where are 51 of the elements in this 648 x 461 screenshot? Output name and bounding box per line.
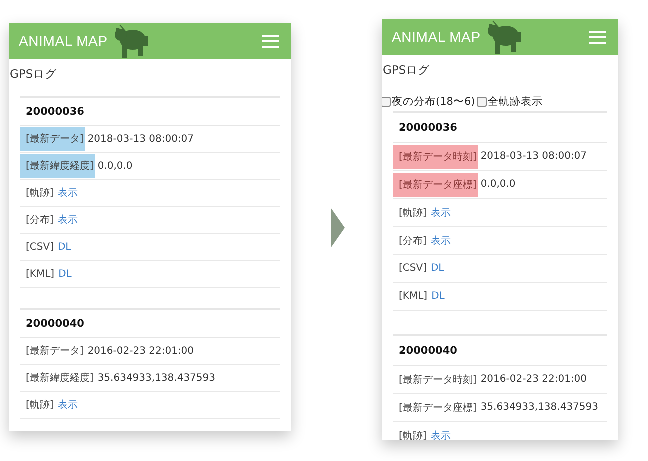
link[interactable]: 表示	[58, 186, 78, 200]
checkbox-label: 全軌跡表示	[488, 95, 544, 109]
field-value: 2016-02-23 22:01:00	[480, 374, 588, 385]
field-value: 35.634933,138.437593	[480, 402, 599, 413]
field-label: [軌跡]	[25, 398, 55, 413]
field-label: [最新緯度経度]	[25, 372, 95, 386]
link[interactable]: 表示	[58, 213, 78, 227]
field-label: [KML]	[398, 290, 429, 304]
field-label: [軌跡]	[25, 186, 55, 201]
field-label: [CSV]	[398, 262, 428, 276]
field-value: 0.0,0.0	[98, 160, 133, 172]
page-title: GPSログ	[383, 62, 432, 78]
field-value: 2018-03-13 08:00:07	[88, 134, 194, 144]
link[interactable]: DL	[58, 268, 72, 280]
field-label: [最新データ座標]	[398, 402, 478, 416]
menu-icon[interactable]	[262, 34, 279, 48]
link[interactable]: DL	[430, 263, 444, 274]
field-label: [分布]	[398, 234, 428, 248]
device-id: 20000040	[399, 344, 458, 356]
field-label: [最新緯度経度]	[20, 154, 95, 178]
field-label: [最新データ]	[25, 344, 85, 359]
link[interactable]: DL	[432, 291, 445, 302]
field-label: [軌跡]	[398, 430, 428, 440]
app-title: ANIMAL MAP	[392, 29, 481, 45]
field-label: [分布]	[25, 214, 55, 228]
device-id: 20000036	[399, 122, 458, 134]
field-label: [最新データ座標]	[393, 172, 478, 196]
app-title: ANIMAL MAP	[19, 33, 108, 49]
link[interactable]: DL	[58, 242, 72, 252]
field-label: [CSV]	[25, 240, 55, 254]
field-label: [最新データ時刻]	[393, 144, 478, 168]
page-title: GPSログ	[10, 66, 58, 82]
device-id: 20000040	[26, 318, 84, 330]
field-value: 2018-03-13 08:00:07	[480, 151, 588, 162]
checkbox-label: 夜の分布(18〜6)	[392, 95, 476, 109]
field-label: [軌跡]	[398, 206, 428, 220]
link[interactable]: 表示	[430, 234, 451, 248]
field-label: [最新データ]	[20, 127, 85, 151]
field-value: 2016-02-23 22:01:00	[88, 346, 194, 356]
menu-icon[interactable]	[589, 30, 606, 44]
checkbox[interactable]	[382, 97, 391, 107]
field-label: [KML]	[25, 268, 56, 282]
link[interactable]: 表示	[430, 206, 451, 220]
field-value: 0.0,0.0	[480, 179, 516, 190]
checkbox[interactable]	[477, 97, 488, 107]
link[interactable]: 表示	[430, 428, 451, 440]
arrow-icon	[331, 208, 345, 248]
field-label: [最新データ時刻]	[398, 374, 478, 388]
link[interactable]: 表示	[58, 398, 78, 412]
device-id: 20000036	[26, 106, 84, 118]
field-value: 35.634933,138.437593	[98, 372, 216, 384]
